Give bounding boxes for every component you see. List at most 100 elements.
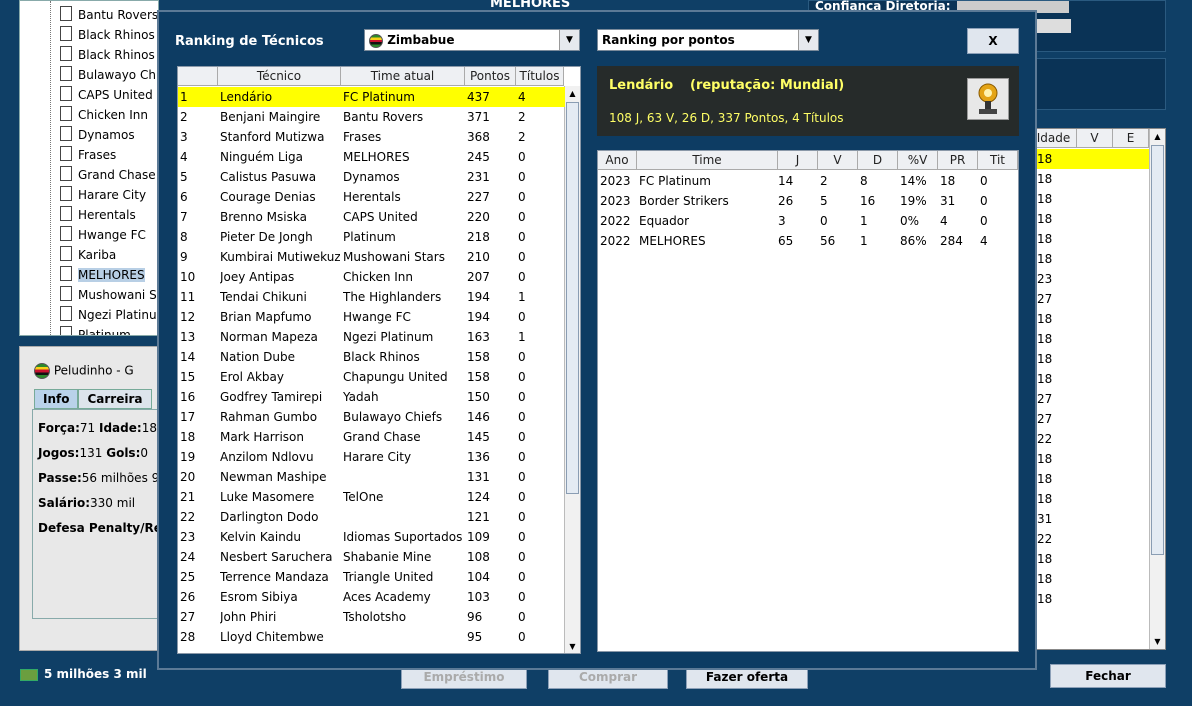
table-row[interactable]: 18 (1031, 229, 1149, 249)
tree-item[interactable]: CAPS United (60, 85, 153, 105)
table-row[interactable]: 27 (1031, 409, 1149, 429)
table-row[interactable]: 18 (1031, 489, 1149, 509)
table-row[interactable]: 18 (1031, 209, 1149, 229)
tree-item[interactable]: Black Rhinos (60, 25, 155, 45)
tree-item[interactable]: Bulawayo Chi (60, 65, 158, 85)
ranking-header-titulos[interactable]: Títulos (516, 67, 564, 86)
career-header[interactable]: Tit (978, 151, 1018, 170)
scroll-up-icon[interactable]: ▲ (1150, 129, 1165, 144)
table-row[interactable]: 18 (1031, 309, 1149, 329)
ranking-row[interactable]: 14 Nation Dube Black Rhinos 158 0 (178, 347, 565, 367)
rtable-header-idade[interactable]: Idade (1031, 129, 1077, 148)
table-row[interactable]: 23 (1031, 269, 1149, 289)
rtable-header-e[interactable]: E (1113, 129, 1149, 148)
ranking-row[interactable]: 10 Joey Antipas Chicken Inn 207 0 (178, 267, 565, 287)
ranking-row[interactable]: 17 Rahman Gumbo Bulawayo Chiefs 146 0 (178, 407, 565, 427)
tree-item[interactable]: Mushowani St (60, 285, 158, 305)
career-row[interactable]: 2022 Equador 3 0 1 0% 4 0 (598, 211, 1018, 231)
country-select[interactable]: Zimbabue ▼ (364, 29, 580, 51)
rtable-scrollbar[interactable]: ▲ ▼ (1149, 129, 1165, 649)
career-header[interactable]: J (778, 151, 818, 170)
tree-item[interactable]: Herentals (60, 205, 136, 225)
tree-item[interactable]: Bantu Rovers (60, 5, 158, 25)
tree-item[interactable]: Harare City (60, 185, 146, 205)
scroll-thumb[interactable] (566, 102, 579, 494)
chevron-down-icon[interactable]: ▼ (798, 30, 818, 50)
ranking-row[interactable]: 1 Lendário FC Platinum 437 4 (178, 87, 565, 107)
tree-item[interactable]: Ngezi Platinur (60, 305, 158, 325)
ranking-row[interactable]: 19 Anzilom Ndlovu Harare City 136 0 (178, 447, 565, 467)
table-row[interactable]: 18 (1031, 169, 1149, 189)
career-row[interactable]: 2023 Border Strikers 26 5 16 19% 31 0 (598, 191, 1018, 211)
close-button[interactable]: Fechar (1050, 664, 1166, 688)
scroll-down-icon[interactable]: ▼ (565, 639, 580, 653)
tree-item[interactable]: Platinum (60, 325, 131, 335)
ranking-row[interactable]: 13 Norman Mapeza Ngezi Platinum 163 1 (178, 327, 565, 347)
ranking-scrollbar[interactable]: ▲ ▼ (564, 86, 580, 653)
ranking-header-rank[interactable] (178, 67, 218, 86)
tree-item[interactable]: Black Rhinos (60, 45, 155, 65)
table-row[interactable]: 18 (1031, 349, 1149, 369)
table-row[interactable]: 18 (1031, 569, 1149, 589)
scroll-down-icon[interactable]: ▼ (1150, 634, 1165, 649)
ranking-row[interactable]: 24 Nesbert Saruchera Shabanie Mine 108 0 (178, 547, 565, 567)
career-header[interactable]: %V (898, 151, 938, 170)
career-header[interactable]: PR (938, 151, 978, 170)
tree-item[interactable]: Grand Chase (60, 165, 156, 185)
ranking-row[interactable]: 21 Luke Masomere TelOne 124 0 (178, 487, 565, 507)
ranking-row[interactable]: 15 Erol Akbay Chapungu United 158 0 (178, 367, 565, 387)
scroll-up-icon[interactable]: ▲ (565, 86, 580, 101)
ranking-row[interactable]: 27 John Phiri Tsholotsho 96 0 (178, 607, 565, 627)
career-header[interactable]: D (858, 151, 898, 170)
table-row[interactable]: 18 (1031, 369, 1149, 389)
table-row[interactable]: 18 (1031, 589, 1149, 609)
ranking-row[interactable]: 25 Terrence Mandaza Triangle United 104 0 (178, 567, 565, 587)
table-row[interactable]: 18 (1031, 149, 1149, 169)
ranking-row[interactable]: 20 Newman Mashipe 131 0 (178, 467, 565, 487)
ranking-row[interactable]: 7 Brenno Msiska CAPS United 220 0 (178, 207, 565, 227)
table-row[interactable]: 18 (1031, 249, 1149, 269)
ranking-row[interactable]: 22 Darlington Dodo 121 0 (178, 507, 565, 527)
ranking-row[interactable]: 16 Godfrey Tamirepi Yadah 150 0 (178, 387, 565, 407)
ranking-row[interactable]: 3 Stanford Mutizwa Frases 368 2 (178, 127, 565, 147)
tree-item[interactable]: Chicken Inn (60, 105, 148, 125)
ranking-row[interactable]: 4 Ninguém Liga MELHORES 245 0 (178, 147, 565, 167)
table-row[interactable]: 18 (1031, 469, 1149, 489)
table-row[interactable]: 27 (1031, 289, 1149, 309)
chevron-down-icon[interactable]: ▼ (559, 30, 579, 50)
career-row[interactable]: 2023 FC Platinum 14 2 8 14% 18 0 (598, 171, 1018, 191)
table-row[interactable]: 22 (1031, 529, 1149, 549)
ranking-row[interactable]: 5 Calistus Pasuwa Dynamos 231 0 (178, 167, 565, 187)
ranking-row[interactable]: 11 Tendai Chikuni The Highlanders 194 1 (178, 287, 565, 307)
career-header[interactable]: Ano (598, 151, 637, 170)
tree-item[interactable]: Dynamos (60, 125, 135, 145)
ranking-row[interactable]: 26 Esrom Sibiya Aces Academy 103 0 (178, 587, 565, 607)
ranking-row[interactable]: 23 Kelvin Kaindu Idiomas Suportados 109 0 (178, 527, 565, 547)
scroll-thumb[interactable] (1151, 145, 1164, 555)
tab-carreira[interactable]: Carreira (78, 389, 152, 409)
career-header[interactable]: Time (637, 151, 778, 170)
ranking-row[interactable]: 28 Lloyd Chitembwe 95 0 (178, 627, 565, 647)
ranking-header-time[interactable]: Time atual (341, 67, 465, 86)
career-row[interactable]: 2022 MELHORES 65 56 1 86% 284 4 (598, 231, 1018, 251)
table-row[interactable]: 18 (1031, 549, 1149, 569)
ranking-row[interactable]: 2 Benjani Maingire Bantu Rovers 371 2 (178, 107, 565, 127)
ranking-row[interactable]: 18 Mark Harrison Grand Chase 145 0 (178, 427, 565, 447)
close-dialog-button[interactable]: X (967, 28, 1019, 54)
ranking-header-tecnico[interactable]: Técnico (218, 67, 341, 86)
ranking-row[interactable]: 9 Kumbirai Mutiwekuzi...Mushowani Stars 21… (178, 247, 565, 267)
tree-item[interactable]: Kariba (60, 245, 116, 265)
tab-info[interactable]: Info (34, 389, 79, 409)
table-row[interactable]: 18 (1031, 329, 1149, 349)
ranking-row[interactable]: 6 Courage Denias Herentals 227 0 (178, 187, 565, 207)
table-row[interactable]: 27 (1031, 389, 1149, 409)
career-header[interactable]: V (818, 151, 858, 170)
tree-item[interactable]: Hwange FC (60, 225, 146, 245)
ranking-row[interactable]: 8 Pieter De Jongh Platinum 218 0 (178, 227, 565, 247)
ranking-header-pontos[interactable]: Pontos (465, 67, 516, 86)
tree-item[interactable]: Frases (60, 145, 116, 165)
table-row[interactable]: 22 (1031, 429, 1149, 449)
table-row[interactable]: 31 (1031, 509, 1149, 529)
tree-item[interactable]: MELHORES (60, 265, 145, 285)
rtable-header-v[interactable]: V (1077, 129, 1113, 148)
